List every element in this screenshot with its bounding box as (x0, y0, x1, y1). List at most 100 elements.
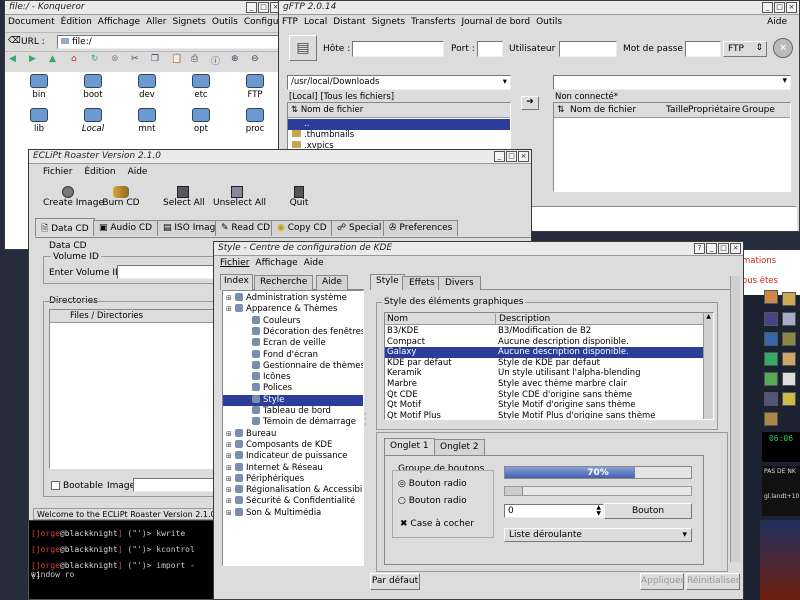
file-icon-item[interactable]: dev (127, 74, 167, 100)
menu-ftp[interactable]: FTP (282, 17, 298, 27)
scroll-up-icon[interactable]: ▲ (704, 313, 713, 323)
menu-view[interactable]: Affichage (255, 258, 297, 268)
tree-item[interactable]: ⊞ Bureau (223, 428, 363, 440)
minimize-button[interactable]: _ (494, 151, 505, 162)
dock-app-icon[interactable] (782, 392, 796, 406)
connect-button[interactable]: ▤ (289, 35, 317, 61)
file-icon-item[interactable]: Local (73, 108, 113, 134)
dock-app-icon[interactable] (764, 352, 778, 366)
menu-bookmarks[interactable]: Signets (372, 17, 405, 27)
col-filename[interactable]: Nom de fichier (570, 105, 636, 115)
file-icon-item[interactable]: proc (235, 108, 275, 134)
close-button[interactable]: × (786, 2, 797, 13)
tree-item[interactable]: ⊞ Composants de KDE (223, 439, 363, 451)
tab-audio-cd[interactable]: ▣ Audio CD (93, 220, 159, 236)
menu-bookmarks[interactable]: Signets (172, 17, 205, 27)
menu-remote[interactable]: Distant (333, 17, 365, 27)
tree-item[interactable]: Décoration des fenêtres (223, 326, 363, 338)
gftp-titlebar[interactable]: gFTP 2.0.14 _ □ × (279, 1, 799, 15)
col-size[interactable]: Taille (666, 105, 689, 115)
tab-misc[interactable]: Divers (438, 276, 481, 290)
list-item[interactable]: .thumbnails (288, 130, 510, 141)
stop-icon[interactable]: ⊗ (111, 54, 119, 64)
minimize-button[interactable]: _ (706, 243, 717, 254)
password-input[interactable] (685, 41, 721, 57)
url-input[interactable]: file:/ (57, 35, 283, 49)
files-dirs-header[interactable]: Files / Directories (50, 310, 216, 323)
dock-app-icon[interactable] (782, 352, 796, 366)
minimize-button[interactable]: _ (762, 2, 773, 13)
col-name[interactable]: Nom (387, 314, 408, 324)
combo-box[interactable]: Liste déroulante ▾ (504, 528, 692, 542)
menu-file[interactable]: Fichier (220, 258, 249, 268)
tree-item[interactable]: ⊞ Apparence & Thèmes (223, 304, 363, 315)
kcontrol-titlebar[interactable]: Style - Centre de configuration de KDE ?… (214, 242, 743, 256)
local-path-combo[interactable]: /usr/local/Downloads ▾ (287, 75, 511, 90)
cut-icon[interactable]: ✂ (131, 54, 139, 64)
menu-help[interactable]: Aide (128, 167, 148, 177)
quit-button[interactable]: Quit (285, 186, 313, 208)
eclipt-titlebar[interactable]: ECLiPt Roaster Version 2.1.0 _ □ × (29, 150, 531, 164)
style-row[interactable]: KDE par défaut Style de KDE par défaut (385, 358, 703, 369)
dock-app-icon[interactable] (782, 292, 796, 306)
file-icon-item[interactable]: boot (73, 74, 113, 100)
menu-transfers[interactable]: Transferts (411, 17, 455, 27)
slider[interactable] (504, 486, 692, 496)
reset-button[interactable]: Réinitialiser (686, 573, 740, 590)
tab-effects[interactable]: Effets (402, 276, 442, 290)
close-button[interactable]: × (518, 151, 529, 162)
select-all-button[interactable]: Select All (163, 186, 205, 208)
maximize-button[interactable]: □ (258, 2, 269, 13)
spin-box[interactable]: 0 ▲ ▼ (504, 504, 604, 518)
maximize-button[interactable]: □ (718, 243, 729, 254)
tab-index[interactable]: Index (220, 274, 253, 290)
tab-search[interactable]: Recherche (254, 275, 314, 290)
dock-app-icon[interactable] (764, 290, 778, 304)
menu-file[interactable]: Fichier (43, 167, 72, 177)
maximize-button[interactable]: □ (774, 2, 785, 13)
user-input[interactable] (559, 41, 617, 57)
style-row[interactable]: Galaxy Aucune description disponible. (385, 347, 703, 359)
tab-copy-cd[interactable]: ◉ Copy CD (271, 220, 333, 236)
menu-go[interactable]: Aller (146, 17, 166, 27)
tree-item[interactable]: ⊞ Internet & Réseau (223, 462, 363, 474)
remote-path-combo[interactable]: ▾ (553, 75, 791, 90)
tab-read-cd[interactable]: ✎ Read CD (215, 220, 277, 236)
zoom-in-icon[interactable]: ⊕ (231, 54, 239, 64)
tree-item[interactable]: Polices (223, 383, 363, 394)
home-icon[interactable]: ⌂ (71, 54, 77, 64)
dock-app-icon[interactable] (764, 332, 778, 346)
menu-help[interactable]: Aide (304, 258, 324, 268)
slider-handle[interactable] (505, 487, 523, 495)
file-icon-item[interactable]: FTP (235, 74, 275, 100)
file-icon-item[interactable]: etc (181, 74, 221, 100)
file-icon-item[interactable]: bin (19, 74, 59, 100)
dock-app-icon[interactable] (782, 312, 796, 326)
stop-transfer-button[interactable]: × (773, 38, 793, 58)
create-image-button[interactable]: Create Image (43, 186, 104, 208)
menu-help[interactable]: Aide (767, 17, 787, 27)
zoom-out-icon[interactable]: ⊖ (251, 54, 259, 64)
style-row[interactable]: Qt CDE Style CDE d'origine sans thème (385, 390, 703, 401)
menu-document[interactable]: Document (8, 17, 55, 27)
style-row[interactable]: Qt Motif Style Motif d'origine sans thème (385, 400, 703, 411)
tab-preferences[interactable]: ✇ Preferences (383, 220, 459, 236)
protocol-select[interactable]: FTP ⇕ (723, 41, 767, 57)
style-row[interactable]: Qt Motif Plus Style Motif Plus d'origine … (385, 411, 703, 419)
burn-cd-button[interactable]: Burn CD (101, 186, 141, 208)
forward-icon[interactable]: ▶ (29, 54, 36, 64)
paste-icon[interactable]: 📋 (171, 54, 182, 64)
dock-app-icon[interactable] (782, 332, 796, 346)
tab-onglet1[interactable]: Onglet 1 (384, 438, 435, 455)
style-row[interactable]: Marbre Style avec thème marbre clair (385, 379, 703, 390)
dock-app-icon[interactable] (764, 412, 778, 426)
list-item[interactable]: .. (288, 119, 510, 130)
info-icon[interactable]: ⓘ (211, 54, 220, 67)
bootable-checkbox[interactable] (51, 481, 60, 490)
tree-item[interactable]: ⊞ Périphériques (223, 473, 363, 485)
minimize-button[interactable]: _ (246, 2, 257, 13)
copy-icon[interactable]: ❐ (151, 54, 159, 64)
maximize-button[interactable]: □ (506, 151, 517, 162)
default-button[interactable]: Par défaut (370, 573, 420, 590)
tree-item[interactable]: ⊞ Son & Multimédia (223, 507, 363, 519)
